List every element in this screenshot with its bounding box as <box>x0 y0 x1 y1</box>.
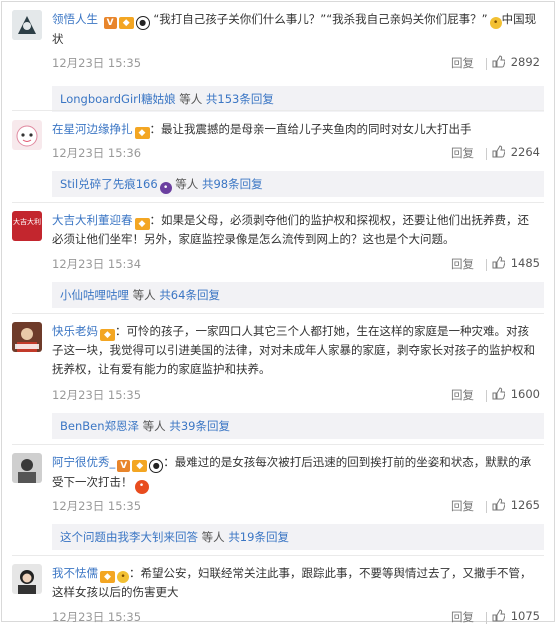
divider <box>486 259 487 271</box>
sub-reply-mid: 等人 <box>129 288 160 302</box>
sub-reply-count-link[interactable]: 共98条回复 <box>202 177 263 191</box>
timestamp: 12月23日 15:35 <box>52 388 142 402</box>
like-count: 2892 <box>510 55 540 69</box>
thumbs-up-icon <box>492 498 505 511</box>
sub-reply-count-link[interactable]: 共19条回复 <box>228 530 289 544</box>
like-count: 1265 <box>510 498 540 512</box>
avatar-logo-text: 大吉大利 <box>13 218 41 226</box>
reply-button[interactable]: 回复 <box>451 256 474 272</box>
sub-reply-user[interactable]: 小仙咕哩咕哩 <box>60 288 129 302</box>
sub-replies[interactable]: LongboardGirl糖姑娘 等人 共153条回复 <box>52 86 544 112</box>
avatar[interactable] <box>12 453 42 483</box>
sub-reply-user[interactable]: Stil兑碎了先痕166 <box>60 177 158 191</box>
divider <box>486 390 487 402</box>
sub-replies[interactable]: 小仙咕哩咕哩 等人 共64条回复 <box>52 282 544 308</box>
timestamp: 12月23日 15:35 <box>52 610 142 624</box>
thumbs-up-icon <box>492 55 505 68</box>
sub-reply-count-link[interactable]: 共64条回复 <box>159 288 220 302</box>
reply-button[interactable]: 回复 <box>451 609 474 625</box>
timestamp: 12月23日 15:35 <box>52 499 142 513</box>
vip-badge-icon: ◆ <box>100 571 115 583</box>
like-button[interactable]: 2264 <box>492 145 540 159</box>
sub-reply-mid: 等人 <box>171 177 202 191</box>
sub-replies[interactable]: 这个问题由我李大钊来回答 等人 共19条回复 <box>52 524 544 550</box>
vip-badge-icon: ◆ <box>134 127 150 139</box>
badge-icon: • <box>117 571 129 583</box>
divider <box>486 501 487 513</box>
commenter-name[interactable]: 领悟人生 <box>52 12 98 26</box>
divider <box>12 202 544 203</box>
sub-replies[interactable]: BenBen郑恩泽 等人 共39条回复 <box>52 413 544 439</box>
commenter-name[interactable]: 阿宁很优秀_ <box>52 455 115 469</box>
sub-reply-mid: 等人 <box>175 92 206 106</box>
like-button[interactable]: 1265 <box>492 498 540 512</box>
sub-reply-mid: 等人 <box>139 419 170 433</box>
timestamp: 12月23日 15:36 <box>52 146 142 160</box>
like-count: 1600 <box>510 387 540 401</box>
sub-reply-count-link[interactable]: 共153条回复 <box>206 92 274 106</box>
sub-reply-mid: 等人 <box>198 530 229 544</box>
commenter-name[interactable]: 在星河边缘挣扎 <box>52 122 133 136</box>
divider <box>12 110 544 111</box>
timestamp: 12月23日 15:34 <box>52 257 142 271</box>
emoji-icon: • <box>489 17 502 29</box>
commenter-name[interactable]: 大吉大利董迎春 <box>52 213 133 227</box>
vip-badge-icon: ◆ <box>134 218 150 230</box>
comment-meta: 12月23日 15:35 回复 1075 <box>52 609 540 627</box>
commenter-name[interactable]: 我不怯儒 <box>52 566 98 580</box>
verified-badge-icon: V <box>103 17 117 29</box>
like-button[interactable]: 2892 <box>492 55 540 69</box>
comment-meta: 12月23日 15:36 回复 2264 <box>52 145 540 163</box>
reply-button[interactable]: 回复 <box>451 145 474 161</box>
reply-button[interactable]: 回复 <box>451 55 474 71</box>
like-button[interactable]: 1485 <box>492 256 540 270</box>
comment-meta: 12月23日 15:35 回复 2892 <box>52 55 540 73</box>
avatar[interactable] <box>12 564 42 594</box>
divider <box>486 612 487 624</box>
sub-reply-count-link[interactable]: 共39条回复 <box>169 419 230 433</box>
thumbs-up-icon <box>492 387 505 400</box>
divider <box>12 555 544 556</box>
like-count: 2264 <box>510 145 540 159</box>
thumbs-up-icon <box>492 145 505 158</box>
vip-badge-icon: ◆ <box>100 329 115 341</box>
vip-badge-icon: ◆ <box>132 460 148 472</box>
vip-badge-icon: ◆ <box>118 17 134 29</box>
avatar[interactable] <box>12 322 42 352</box>
comment-meta: 12月23日 15:35 回复 1600 <box>52 387 540 405</box>
panda-badge-icon: ● <box>135 16 150 30</box>
sub-replies[interactable]: Stil兑碎了先痕166 • 等人 共98条回复 <box>52 171 544 197</box>
comment-meta: 12月23日 15:34 回复 1485 <box>52 256 540 274</box>
timestamp: 12月23日 15:35 <box>52 56 142 70</box>
like-count: 1075 <box>510 609 540 623</box>
comment-text: ：可怜的孩子，一家四口人其它三个人都打她，生在这样的家庭是一种灾难。对孩子这一块… <box>52 324 535 376</box>
reply-button[interactable]: 回复 <box>451 498 474 514</box>
like-button[interactable]: 1600 <box>492 387 540 401</box>
thumbs-up-icon <box>492 609 505 622</box>
commenter-name[interactable]: 快乐老妈 <box>52 324 98 338</box>
divider <box>12 444 544 445</box>
comment-list: 领悟人生 V ◆ ● “我打自己孩子关你们什么事儿？”“我杀我自己亲妈关你们屁事？”… <box>1 1 555 624</box>
comment-meta: 12月23日 15:35 回复 1265 <box>52 498 540 516</box>
divider <box>486 58 487 70</box>
reply-button[interactable]: 回复 <box>451 387 474 403</box>
avatar[interactable] <box>12 120 42 150</box>
comment-text: ：最让我震撼的是母亲一直给儿子夹鱼肉的同时对女儿大打出手 <box>149 122 472 136</box>
like-count: 1485 <box>510 256 540 270</box>
avatar[interactable] <box>12 10 42 40</box>
panda-badge-icon: ● <box>149 459 164 473</box>
divider <box>12 313 544 314</box>
avatar[interactable]: 大吉大利 <box>12 211 42 241</box>
badge-icon: • <box>159 182 172 194</box>
comment-text: “我打自己孩子关你们什么事儿？”“我杀我自己亲妈关你们屁事？” <box>153 12 488 26</box>
like-button[interactable]: 1075 <box>492 609 540 623</box>
sub-reply-user[interactable]: 这个问题由我李大钊来回答 <box>60 530 198 544</box>
sub-reply-user[interactable]: BenBen郑恩泽 <box>60 419 139 433</box>
sub-reply-user[interactable]: LongboardGirl糖姑娘 <box>60 92 176 106</box>
divider <box>486 148 487 160</box>
thumbs-up-icon <box>492 256 505 269</box>
verified-badge-icon: V <box>117 460 131 472</box>
red-emoji-icon: • <box>134 480 149 494</box>
